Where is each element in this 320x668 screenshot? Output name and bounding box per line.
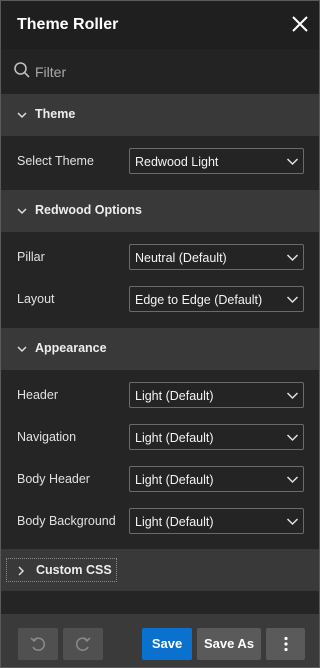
search-icon [13, 61, 31, 79]
save-button[interactable]: Save [142, 628, 192, 660]
chevron-down-icon [286, 155, 299, 168]
theme-roller-dialog: Theme Roller Theme Select Theme Redwood … [0, 0, 320, 668]
section-label: Theme [35, 107, 76, 121]
row-layout: Layout Edge to Edge (Default) [1, 279, 319, 321]
select-value: Light (Default) [135, 473, 214, 487]
row-label: Pillar [17, 250, 45, 264]
chevron-down-icon [16, 109, 28, 121]
close-icon[interactable] [289, 13, 311, 35]
select-value: Neutral (Default) [135, 251, 227, 265]
save-as-button[interactable]: Save As [197, 628, 261, 660]
section-label: Appearance [35, 341, 107, 355]
undo-button[interactable] [18, 628, 58, 660]
row-navigation: Navigation Light (Default) [1, 417, 319, 459]
dialog-title: Theme Roller [17, 16, 119, 33]
filter-input[interactable] [33, 59, 307, 85]
chevron-down-icon [286, 389, 299, 402]
select-value: Light (Default) [135, 431, 214, 445]
select-value: Light (Default) [135, 515, 214, 529]
section-label: Custom CSS [36, 563, 112, 577]
chevron-down-icon [286, 515, 299, 528]
navigation-dropdown[interactable]: Light (Default) [129, 424, 304, 450]
section-header-custom-css[interactable]: Custom CSS [6, 558, 117, 582]
pillar-dropdown[interactable]: Neutral (Default) [129, 244, 304, 270]
chevron-down-icon [286, 473, 299, 486]
chevron-right-icon [15, 564, 27, 576]
section-custom-css: Custom CSS [1, 549, 319, 591]
row-label: Layout [17, 292, 55, 306]
chevron-down-icon [16, 343, 28, 355]
row-label: Body Header [17, 472, 90, 486]
row-select-theme: Select Theme Redwood Light [1, 141, 319, 183]
row-label: Navigation [17, 430, 77, 444]
section-label: Redwood Options [35, 203, 142, 217]
body-header-dropdown[interactable]: Light (Default) [129, 466, 304, 492]
more-vertical-icon [283, 636, 288, 652]
row-label: Select Theme [17, 154, 94, 168]
select-value: Edge to Edge (Default) [135, 293, 263, 307]
row-body-background: Body Background Light (Default) [1, 501, 319, 543]
more-options-button[interactable] [266, 628, 305, 660]
section-header-theme[interactable]: Theme [1, 94, 319, 136]
body-background-dropdown[interactable]: Light (Default) [129, 508, 304, 534]
filter-bar [1, 49, 319, 93]
redo-button[interactable] [63, 628, 103, 660]
row-label: Body Background [17, 514, 116, 528]
select-value: Redwood Light [135, 155, 219, 169]
undo-icon [30, 637, 46, 651]
chevron-down-icon [286, 251, 299, 264]
chevron-down-icon [16, 205, 28, 217]
header-dropdown[interactable]: Light (Default) [129, 382, 304, 408]
select-theme-dropdown[interactable]: Redwood Light [129, 148, 304, 174]
redo-icon [75, 637, 91, 651]
dialog-footer: Save Save As [1, 614, 319, 667]
chevron-down-icon [286, 293, 299, 306]
row-header: Header Light (Default) [1, 375, 319, 417]
layout-dropdown[interactable]: Edge to Edge (Default) [129, 286, 304, 312]
chevron-down-icon [286, 431, 299, 444]
section-header-appearance[interactable]: Appearance [1, 328, 319, 370]
select-value: Light (Default) [135, 389, 214, 403]
dialog-titlebar: Theme Roller [1, 1, 319, 49]
row-pillar: Pillar Neutral (Default) [1, 237, 319, 279]
row-body-header: Body Header Light (Default) [1, 459, 319, 501]
section-header-redwood-options[interactable]: Redwood Options [1, 190, 319, 232]
row-label: Header [17, 388, 58, 402]
